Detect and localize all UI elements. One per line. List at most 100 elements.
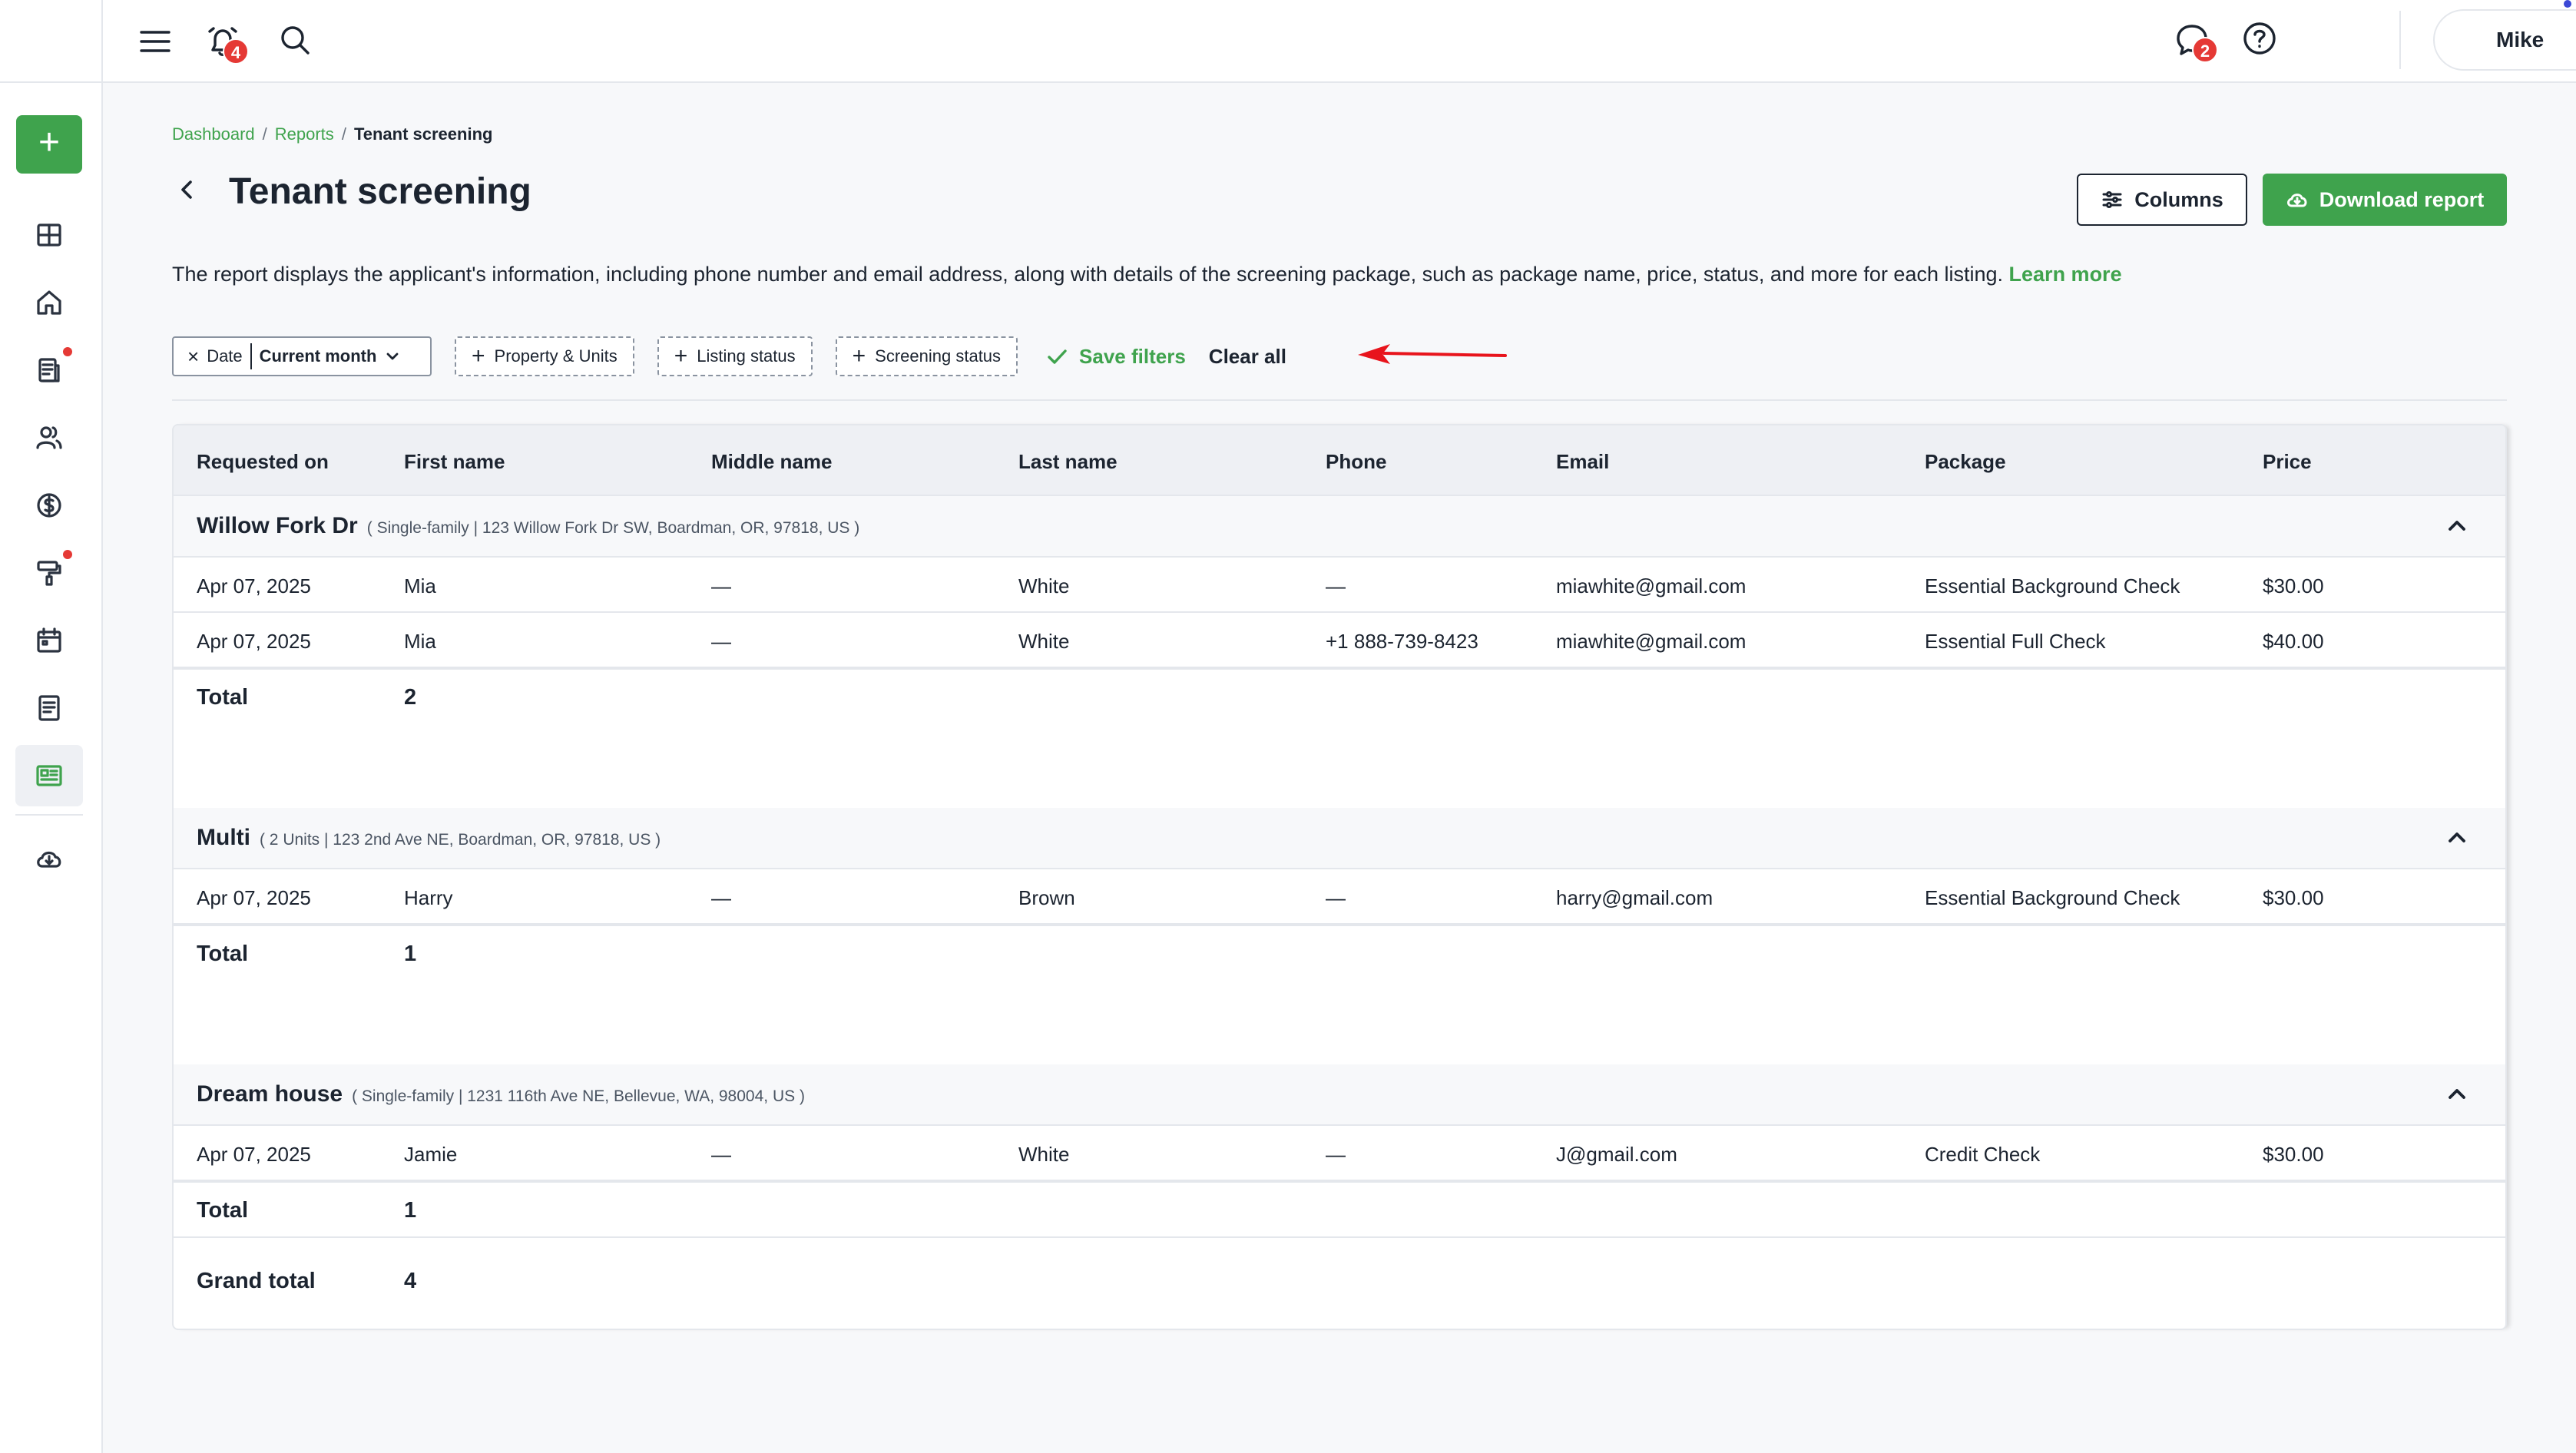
sidebar-item-downloads[interactable]: [15, 828, 83, 889]
cell-package: Essential Background Check: [1925, 886, 2180, 909]
filter-label: Property & Units: [494, 346, 618, 366]
help-button[interactable]: [2238, 17, 2281, 60]
total-label: Total: [197, 1198, 249, 1223]
messages-button[interactable]: 2: [2169, 17, 2218, 63]
save-filters-button[interactable]: Save filters: [1045, 345, 1186, 369]
clear-all-button[interactable]: Clear all: [1209, 345, 1286, 369]
home-icon: [37, 290, 61, 315]
cell-package: Essential Full Check: [1925, 630, 2106, 653]
date-filter-label: Date: [207, 346, 243, 366]
breadcrumb-dashboard[interactable]: Dashboard: [172, 124, 255, 144]
cell-last-name: Brown: [1018, 886, 1075, 909]
cell-phone: +1 888-739-8423: [1326, 630, 1478, 653]
back-button[interactable]: [172, 174, 203, 209]
download-report-button[interactable]: Download report: [2263, 174, 2507, 226]
cloud-download-icon: [37, 851, 61, 868]
add-filter-screening-status[interactable]: + Screening status: [835, 336, 1018, 376]
breadcrumb: Dashboard / Reports / Tenant screening: [172, 124, 492, 144]
column-header[interactable]: Price: [2263, 450, 2312, 474]
cell-first-name: Mia: [404, 574, 436, 597]
column-header[interactable]: Package: [1925, 450, 2006, 474]
cell-last-name: White: [1018, 630, 1070, 653]
group-address: ( 2 Units | 123 2nd Ave NE, Boardman, OR…: [259, 831, 661, 849]
notes-icon: [38, 695, 60, 721]
sidebar: +: [0, 0, 103, 1453]
search-button[interactable]: [273, 18, 316, 61]
menu-button[interactable]: [134, 20, 177, 63]
title-row: Tenant screening: [172, 170, 531, 213]
sidebar-item-dashboard[interactable]: [15, 204, 83, 266]
total-label: Total: [197, 942, 249, 966]
chevron-down-icon: [387, 352, 399, 360]
download-label: Download report: [2319, 187, 2485, 211]
annotation-arrow: [1358, 344, 1507, 364]
user-menu[interactable]: Mike: [2433, 9, 2576, 71]
remove-filter-icon[interactable]: ×: [187, 345, 199, 369]
group-name: Dream house: [197, 1081, 343, 1107]
cell-requested-on: Apr 07, 2025: [197, 886, 311, 909]
sidebar-item-leases[interactable]: [15, 339, 83, 401]
messages-badge: 2: [2192, 37, 2218, 63]
description-text: The report displays the applicant's info…: [172, 263, 2004, 286]
column-header[interactable]: First name: [404, 450, 505, 474]
column-header[interactable]: Middle name: [711, 450, 832, 474]
chip-divider: [250, 343, 252, 369]
cell-first-name: Mia: [404, 630, 436, 653]
breadcrumb-separator: /: [262, 124, 267, 144]
total-value: 1: [404, 942, 417, 966]
plus-icon: +: [852, 343, 866, 369]
add-new-button[interactable]: +: [16, 115, 82, 174]
columns-button[interactable]: Columns: [2077, 174, 2247, 226]
grand-total-row: Grand total 4: [174, 1236, 2505, 1313]
sidebar-item-reports[interactable]: [15, 745, 83, 806]
cell-middle-name: —: [711, 574, 731, 597]
sidebar-item-accounting[interactable]: [15, 475, 83, 536]
checkmark-icon: [1048, 349, 1067, 364]
column-header[interactable]: Email: [1556, 450, 1609, 474]
help-question-icon: [2243, 22, 2276, 55]
table-header: Requested on First name Middle name Last…: [174, 425, 2505, 496]
table-row: Apr 07, 2025 Harry — Brown — harry@gmail…: [174, 869, 2505, 925]
notifications-button[interactable]: 4: [200, 18, 249, 65]
column-header[interactable]: Last name: [1018, 450, 1117, 474]
plus-icon: +: [674, 343, 688, 369]
collapse-group-button[interactable]: [2445, 1083, 2468, 1110]
cell-phone: —: [1326, 574, 1346, 597]
column-header[interactable]: Requested on: [197, 450, 329, 474]
group-total-row: Total 1: [174, 925, 2505, 1064]
collapse-group-button[interactable]: [2445, 515, 2468, 541]
breadcrumb-reports[interactable]: Reports: [275, 124, 334, 144]
cell-package: Essential Background Check: [1925, 574, 2180, 597]
group-title: Willow Fork Dr ( Single-family | 123 Will…: [197, 513, 859, 539]
cell-last-name: White: [1018, 1143, 1070, 1166]
cell-price: $40.00: [2263, 630, 2324, 653]
total-value: 1: [404, 1198, 417, 1223]
report-icon: [36, 765, 62, 786]
paint-roller-icon: [37, 561, 61, 586]
collapse-group-button[interactable]: [2445, 826, 2468, 853]
sidebar-item-tasks[interactable]: [15, 677, 83, 739]
cell-email: harry@gmail.com: [1556, 886, 1713, 909]
learn-more-link[interactable]: Learn more: [2009, 263, 2122, 286]
sidebar-item-maintenance[interactable]: [15, 542, 83, 604]
chevron-up-icon: [2449, 1089, 2465, 1099]
add-filter-listing-status[interactable]: + Listing status: [657, 336, 813, 376]
group-total-row: Total 1: [174, 1181, 2505, 1236]
group-name: Willow Fork Dr: [197, 513, 358, 538]
group-address: ( Single-family | 123 Willow Fork Dr SW,…: [366, 519, 860, 537]
cell-phone: —: [1326, 1143, 1346, 1166]
people-icon: [36, 426, 62, 449]
save-filters-label: Save filters: [1079, 344, 1186, 368]
add-filter-property-units[interactable]: + Property & Units: [455, 336, 634, 376]
date-filter-chip[interactable]: × Date Current month: [172, 336, 432, 376]
cell-requested-on: Apr 07, 2025: [197, 574, 311, 597]
cell-email: miawhite@gmail.com: [1556, 630, 1747, 653]
column-header[interactable]: Phone: [1326, 450, 1386, 474]
report-description: The report displays the applicant's info…: [172, 263, 2122, 286]
cloud-download-icon: [2286, 194, 2307, 207]
sidebar-item-properties[interactable]: [15, 272, 83, 333]
cell-middle-name: —: [711, 886, 731, 909]
sidebar-item-calendar[interactable]: [15, 610, 83, 671]
sidebar-item-people[interactable]: [15, 407, 83, 468]
notification-dot: [63, 550, 72, 559]
